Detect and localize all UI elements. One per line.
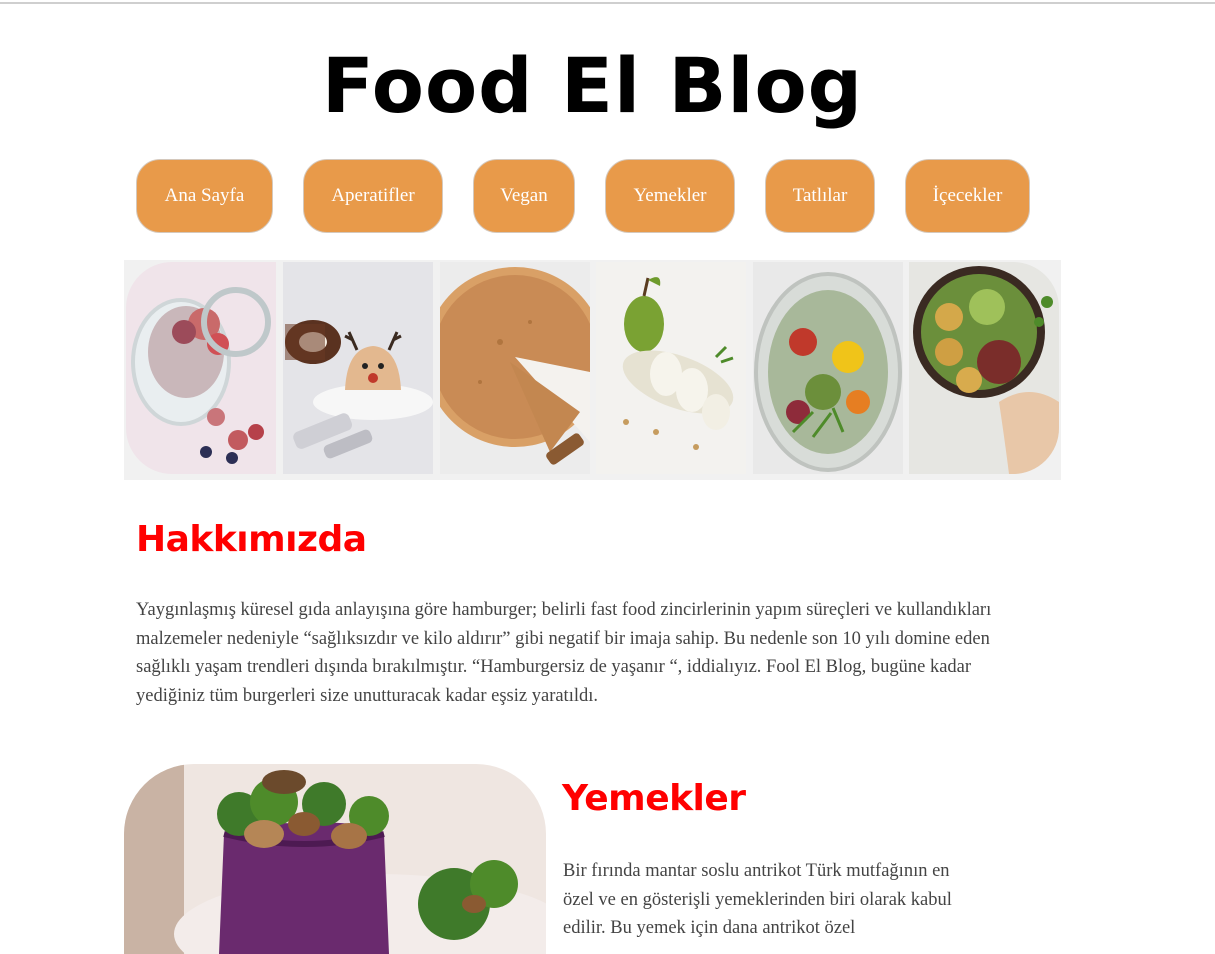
chia-pudding-figs-photo bbox=[126, 262, 276, 474]
dishes-text: Bir fırında mantar soslu antrikot Türk m… bbox=[563, 861, 952, 938]
nav-yemekler[interactable]: Yemekler bbox=[605, 159, 735, 233]
nav-icecekler[interactable]: İçecekler bbox=[905, 159, 1030, 233]
nav-aperatifler[interactable]: Aperatifler bbox=[303, 159, 443, 233]
site-title: Food El Blog bbox=[321, 41, 864, 130]
pear-salad-photo bbox=[596, 262, 746, 474]
pie-slice-photo bbox=[440, 262, 590, 474]
salad-glass-photo bbox=[753, 262, 903, 474]
nav-ana-sayfa[interactable]: Ana Sayfa bbox=[136, 159, 273, 233]
nav-tatlilar[interactable]: Tatlılar bbox=[765, 159, 875, 233]
dish-feature-photo bbox=[124, 764, 546, 954]
bowl-hand-photo bbox=[909, 262, 1059, 474]
nav-vegan[interactable]: Vegan bbox=[473, 159, 575, 233]
top-divider bbox=[0, 2, 1215, 4]
main-nav: Ana Sayfa Aperatifler Vegan Yemekler Tat… bbox=[0, 159, 1215, 235]
dishes-heading: Yemekler bbox=[562, 778, 746, 819]
dessert-cake-photo bbox=[283, 262, 433, 474]
about-heading: Hakkımızda bbox=[136, 519, 367, 560]
about-text: Yaygınlaşmış küresel gıda anlayışına gör… bbox=[136, 600, 992, 706]
food-gallery bbox=[124, 260, 1061, 480]
